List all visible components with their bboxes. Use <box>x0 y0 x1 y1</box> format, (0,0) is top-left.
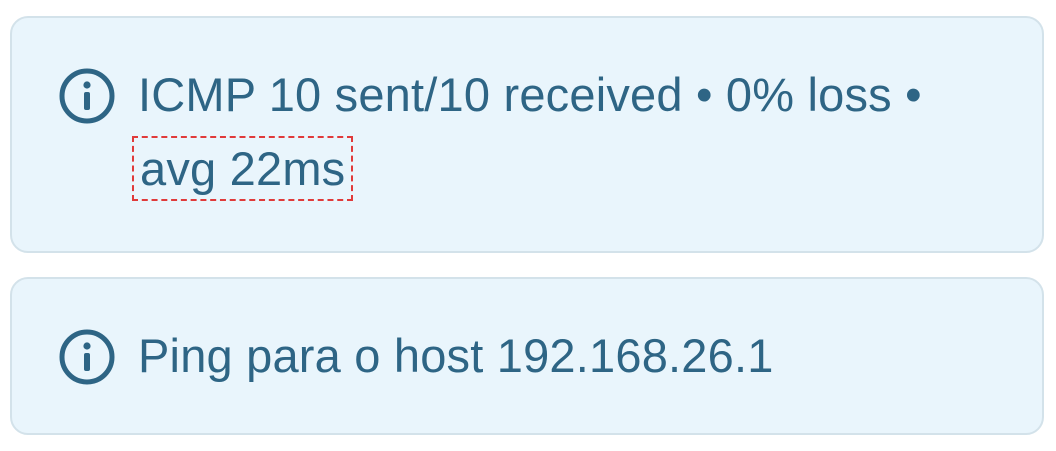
alert-message: Ping para o host 192.168.26.1 <box>138 319 982 393</box>
alert-message: ICMP 10 sent/10 received • 0% loss • avg… <box>131 58 982 206</box>
avg-latency-highlight: avg 22ms <box>131 136 354 201</box>
info-icon <box>59 68 115 124</box>
info-alert-ping-host: Ping para o host 192.168.26.1 <box>10 277 1044 435</box>
info-alert-icmp-stats: ICMP 10 sent/10 received • 0% loss • avg… <box>10 16 1044 253</box>
info-icon <box>59 329 115 385</box>
alert-message-main: ICMP 10 sent/10 received • 0% loss • <box>138 68 922 121</box>
alert-message-main: Ping para o host 192.168.26.1 <box>138 329 774 382</box>
